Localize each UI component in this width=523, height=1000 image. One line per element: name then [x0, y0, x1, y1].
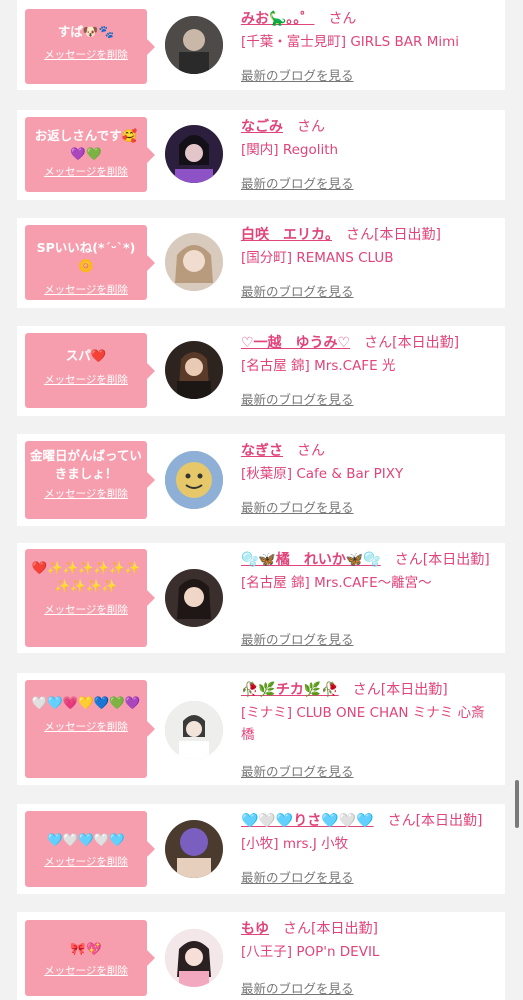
honorific: さん [352, 682, 381, 698]
message-text: SPいいね(*ˊᵕˋ*)🌼 [36, 240, 136, 273]
avatar[interactable] [165, 233, 223, 291]
honorific: さん [297, 443, 325, 459]
profile-name-link[interactable]: もゆ [241, 921, 269, 937]
avatar[interactable] [165, 701, 223, 759]
shop-info: [小牧] mrs.J 小牧 [241, 836, 349, 852]
message-bubble: SPいいね(*ˊᵕˋ*)🌼 メッセージを削除 [25, 225, 155, 300]
delete-message-link[interactable]: メッセージを削除 [29, 964, 143, 978]
attendance-status: [本日出勤] [422, 552, 490, 568]
message-bubble: 🤍🩵💗💛💙💚💜 メッセージを削除 [25, 680, 155, 778]
delete-message-link[interactable]: メッセージを削除 [29, 283, 143, 297]
avatar[interactable] [165, 929, 223, 987]
profile-name-link[interactable]: 🥀🌿チカ🌿🥀 [241, 682, 339, 698]
latest-blog-link[interactable]: 最新のブログを見る [241, 497, 354, 516]
profile-info: ♡一越 ゆうみ♡ さん[本日出勤] [名古屋 錦] Mrs.CAFE 光 [241, 332, 497, 377]
message-bubble: 🩵🤍🩵🤍🩵 メッセージを削除 [25, 811, 155, 887]
scrollbar[interactable] [515, 780, 519, 828]
delete-message-link[interactable]: メッセージを削除 [29, 855, 143, 869]
profile-name-link[interactable]: 白咲 エリカ。 [241, 227, 332, 243]
shop-info: [千葉・富士見町] GIRLS BAR Mimi [241, 34, 459, 50]
latest-blog-link[interactable]: 最新のブログを見る [241, 978, 354, 997]
honorific: さん [283, 921, 311, 937]
avatar[interactable] [165, 125, 223, 183]
message-text: スパ❤️ [65, 348, 107, 363]
profile-name-link[interactable]: なごみ [241, 119, 283, 135]
message-card: 金曜日がんばっていきましょ！ メッセージを削除 なぎさ さん [秋葉原] Caf… [17, 434, 505, 526]
message-text: ❤️✨✨✨✨✨✨✨✨✨✨ [31, 560, 141, 593]
message-card: 🤍🩵💗💛💙💚💜 メッセージを削除 🥀🌿チカ🌿🥀 さん[本日出勤] [ミナミ] C… [17, 673, 505, 785]
shop-info: [八王子] POP'n DEVIL [241, 944, 380, 960]
message-card: ❤️✨✨✨✨✨✨✨✨✨✨ メッセージを削除 🫧🦋橘 れいか🦋🫧 さん[本日出勤]… [17, 543, 505, 653]
honorific: さん [394, 552, 423, 568]
message-bubble: 金曜日がんばっていきましょ！ メッセージを削除 [25, 441, 155, 519]
message-text: 🩵🤍🩵🤍🩵 [47, 832, 125, 847]
avatar[interactable] [165, 451, 223, 509]
profile-info: なごみ さん [関内] Regolith [241, 116, 497, 161]
avatar[interactable] [165, 16, 223, 74]
message-card: お返しさんです🥰💜💚 メッセージを削除 なごみ さん [関内] Regolith… [17, 110, 505, 200]
avatar[interactable] [165, 569, 223, 627]
profile-info: 白咲 エリカ。 さん[本日出勤] [国分町] REMANS CLUB [241, 224, 497, 269]
profile-info: 🥀🌿チカ🌿🥀 さん[本日出勤] [ミナミ] CLUB ONE CHAN ミナミ … [241, 679, 497, 746]
latest-blog-link[interactable]: 最新のブログを見る [241, 629, 354, 648]
profile-info: もゆ さん[本日出勤] [八王子] POP'n DEVIL [241, 918, 497, 963]
honorific: さん [328, 11, 357, 27]
shop-info: [秋葉原] Cafe & Bar PIXY [241, 466, 404, 482]
profile-info: なぎさ さん [秋葉原] Cafe & Bar PIXY [241, 440, 497, 485]
avatar[interactable] [165, 341, 223, 399]
latest-blog-link[interactable]: 最新のブログを見る [241, 389, 354, 408]
message-card: スパ❤️ メッセージを削除 ♡一越 ゆうみ♡ さん[本日出勤] [名古屋 錦] … [17, 326, 505, 416]
honorific: さん [346, 227, 374, 243]
attendance-status: [本日出勤] [392, 335, 460, 351]
message-card: 🎀💖 メッセージを削除 もゆ さん[本日出勤] [八王子] POP'n DEVI… [17, 912, 505, 1000]
profile-name-link[interactable]: みお🦕｡｡゜ [241, 11, 314, 27]
latest-blog-link[interactable]: 最新のブログを見る [241, 65, 354, 84]
avatar[interactable] [165, 820, 223, 878]
latest-blog-link[interactable]: 最新のブログを見る [241, 281, 354, 300]
profile-info: 🫧🦋橘 れいか🦋🫧 さん[本日出勤] [名古屋 錦] Mrs.CAFE～離宮～ [241, 549, 497, 594]
honorific: さん [387, 813, 416, 829]
message-bubble: 🎀💖 メッセージを削除 [25, 920, 155, 996]
message-text: 🎀💖 [70, 941, 102, 956]
message-text: 金曜日がんばっていきましょ！ [30, 448, 142, 481]
profile-info: 🩵🤍🩵りさ🩵🤍🩵 さん[本日出勤] [小牧] mrs.J 小牧 [241, 810, 497, 855]
delete-message-link[interactable]: メッセージを削除 [29, 373, 143, 387]
delete-message-link[interactable]: メッセージを削除 [29, 48, 143, 62]
message-bubble: ❤️✨✨✨✨✨✨✨✨✨✨ メッセージを削除 [25, 549, 155, 647]
message-bubble: スパ❤️ メッセージを削除 [25, 333, 155, 408]
latest-blog-link[interactable]: 最新のブログを見る [241, 173, 354, 192]
attendance-status: [本日出勤] [374, 227, 441, 243]
shop-info: [名古屋 錦] Mrs.CAFE～離宮～ [241, 575, 432, 591]
message-text: お返しさんです🥰💜💚 [34, 128, 138, 161]
attendance-status: [本日出勤] [415, 813, 483, 829]
latest-blog-link[interactable]: 最新のブログを見る [241, 761, 354, 780]
profile-name-link[interactable]: なぎさ [241, 443, 283, 459]
shop-info: [国分町] REMANS CLUB [241, 250, 394, 266]
shop-info: [関内] Regolith [241, 142, 339, 158]
delete-message-link[interactable]: メッセージを削除 [29, 487, 143, 501]
delete-message-link[interactable]: メッセージを削除 [29, 603, 143, 617]
message-bubble: すぱ🐶🐾 メッセージを削除 [25, 9, 155, 84]
attendance-status: [本日出勤] [311, 921, 378, 937]
profile-name-link[interactable]: 🩵🤍🩵りさ🩵🤍🩵 [241, 813, 374, 829]
honorific: さん [364, 335, 393, 351]
message-card: すぱ🐶🐾 メッセージを削除 みお🦕｡｡゜ さん [千葉・富士見町] GIRLS … [17, 0, 505, 90]
message-text: すぱ🐶🐾 [57, 24, 115, 39]
delete-message-link[interactable]: メッセージを削除 [29, 720, 143, 734]
profile-name-link[interactable]: 🫧🦋橘 れいか🦋🫧 [241, 552, 381, 568]
message-card: SPいいね(*ˊᵕˋ*)🌼 メッセージを削除 白咲 エリカ。 さん[本日出勤] … [17, 218, 505, 308]
message-bubble: お返しさんです🥰💜💚 メッセージを削除 [25, 117, 155, 192]
attendance-status: [本日出勤] [380, 682, 448, 698]
latest-blog-link[interactable]: 最新のブログを見る [241, 867, 354, 886]
message-card: 🩵🤍🩵🤍🩵 メッセージを削除 🩵🤍🩵りさ🩵🤍🩵 さん[本日出勤] [小牧] mr… [17, 804, 505, 894]
profile-info: みお🦕｡｡゜ さん [千葉・富士見町] GIRLS BAR Mimi [241, 8, 497, 53]
profile-name-link[interactable]: ♡一越 ゆうみ♡ [241, 335, 350, 351]
shop-info: [ミナミ] CLUB ONE CHAN ミナミ 心斎橋 [241, 705, 485, 743]
delete-message-link[interactable]: メッセージを削除 [29, 165, 143, 179]
honorific: さん [297, 119, 325, 135]
message-text: 🤍🩵💗💛💙💚💜 [31, 695, 141, 710]
shop-info: [名古屋 錦] Mrs.CAFE 光 [241, 358, 396, 374]
